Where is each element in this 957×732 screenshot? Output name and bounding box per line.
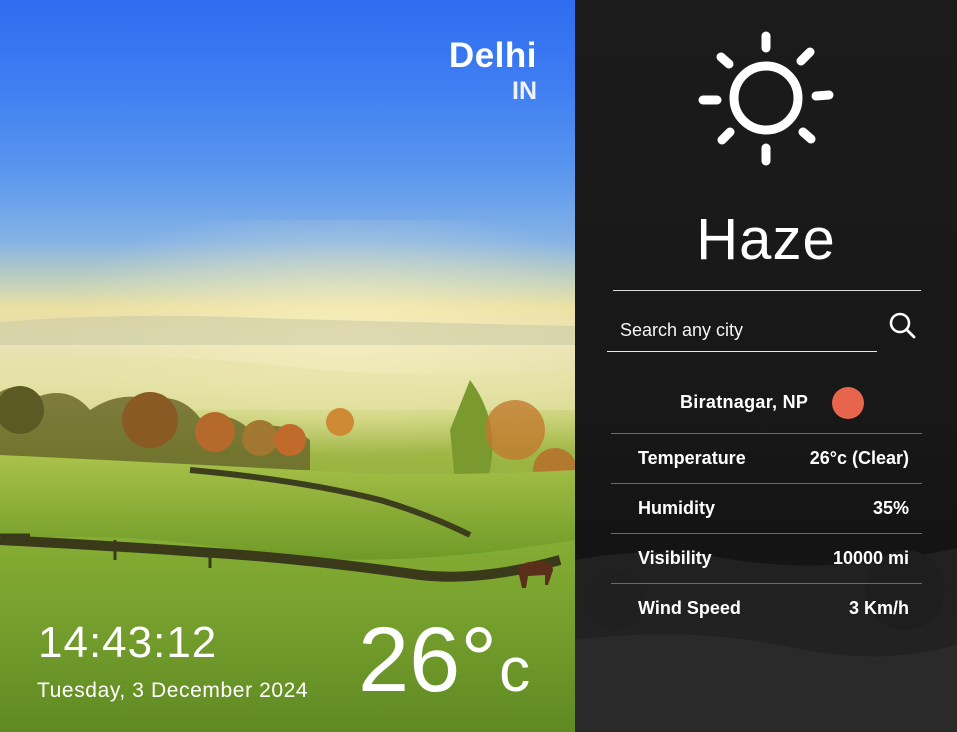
stat-value: 10000 mi bbox=[832, 548, 909, 568]
searched-location-name: Biratnagar, NP bbox=[680, 392, 809, 412]
temperature-value: 26 bbox=[358, 609, 461, 711]
current-time: 14:43:12 bbox=[38, 618, 218, 667]
stat-value: 35% bbox=[872, 498, 909, 518]
stat-label: Wind Speed bbox=[638, 598, 741, 618]
country-code: IN bbox=[512, 77, 537, 105]
background-landscape: Delhi IN 14:43:12 Tuesday, 3 December 20… bbox=[0, 0, 575, 732]
divider bbox=[613, 290, 921, 291]
search-icon bbox=[887, 312, 919, 345]
stat-row-visibility: Visibility 10000 mi bbox=[611, 533, 922, 583]
sun-icon bbox=[695, 28, 837, 175]
stat-row-humidity: Humidity 35% bbox=[611, 483, 922, 533]
current-date: Tuesday, 3 December 2024 bbox=[37, 679, 309, 702]
search-button[interactable] bbox=[887, 310, 919, 342]
stat-row-temperature: Temperature 26°c (Clear) bbox=[611, 433, 922, 483]
stat-value: 3 Km/h bbox=[848, 598, 909, 618]
degree-symbol: ° bbox=[460, 609, 498, 711]
weather-panel: Haze Biratnagar, NP Temperature 26°c (Cl… bbox=[575, 0, 957, 732]
current-temperature: 26°c bbox=[358, 610, 530, 732]
searched-location[interactable]: Biratnagar, NP bbox=[575, 384, 957, 424]
stat-value: 26°c (Clear) bbox=[809, 448, 909, 468]
stat-row-wind-speed: Wind Speed 3 Km/h bbox=[611, 583, 922, 633]
stat-label: Visibility bbox=[638, 548, 712, 568]
stat-label: Humidity bbox=[638, 498, 716, 518]
weather-stats-list: Temperature 26°c (Clear) Humidity 35% Vi… bbox=[611, 433, 922, 633]
city-search-input[interactable] bbox=[607, 308, 877, 352]
location-block: Delhi IN bbox=[449, 36, 537, 106]
stat-label: Temperature bbox=[638, 448, 746, 468]
location-indicator-dot bbox=[832, 387, 864, 419]
city-name: Delhi bbox=[448, 36, 537, 75]
weather-condition: Haze bbox=[696, 207, 836, 272]
temperature-unit: c bbox=[499, 636, 531, 705]
